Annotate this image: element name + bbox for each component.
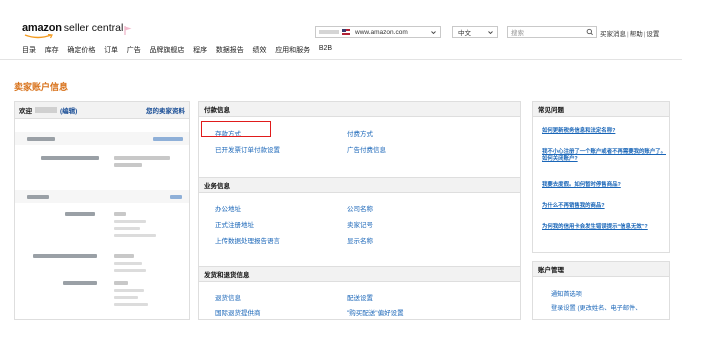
edit-link[interactable]: (编辑) [60,105,77,115]
nav-performance[interactable]: 绩效 [253,45,267,55]
language-select[interactable]: 中文 [452,26,498,38]
redacted-text [114,269,146,272]
redacted-link[interactable] [170,195,182,199]
account-management-header: 账户管理 [533,262,669,277]
faq-question[interactable]: 我要去度假。如何暂时停售商品? [542,182,666,189]
search-input[interactable]: 搜索 [507,26,597,38]
redacted-text [27,195,49,199]
nav-b2b[interactable]: B2B [319,45,332,55]
nav-advertising[interactable]: 广告 [127,45,141,55]
chevron-down-icon [488,31,493,35]
account-panel-header: 欢迎 (编辑) 您的卖家资料 [15,102,189,119]
faq-question[interactable]: 为什么不再销售我的商品? [542,203,666,210]
buyer-messages-link[interactable]: 买家消息 [600,31,626,38]
ad-payment-info-link[interactable]: 广告付费信息 [347,144,386,154]
highlight-box [201,121,271,137]
display-name-link[interactable]: 显示名称 [347,235,373,245]
redacted-text [114,254,134,258]
main-nav: 目录 库存 确定价格 订单 广告 品牌旗舰店 程序 数据报告 绩效 应用和服务 … [22,45,341,55]
seller-profile-link[interactable]: 您的卖家资料 [146,105,185,115]
redacted-text [114,234,156,237]
nav-stores[interactable]: 品牌旗舰店 [149,45,184,55]
nav-pricing[interactable]: 确定价格 [67,45,95,55]
nav-programs[interactable]: 程序 [193,45,207,55]
redacted-text [114,212,126,216]
redacted-text [65,212,95,216]
redacted-text [114,262,142,265]
payment-info-header: 付款信息 [199,102,520,117]
nav-divider [0,59,682,60]
registered-address-link[interactable]: 正式注册地址 [215,219,254,229]
amazon-smile-icon [24,34,53,39]
intl-returns-provider-link[interactable]: 国际退货提供商 [215,307,261,317]
redacted-text [63,281,97,285]
return-info-link[interactable]: 退货信息 [215,292,241,302]
faq-panel: 常见问题 如何更新税务信息和法定名称? 我不小心注册了一个账户或者不再需要我的账… [532,101,670,253]
faq-question[interactable]: 如何更新税务信息和法定名称? [542,128,666,135]
account-management-panel: 账户管理 通知首选项 登录设置 (更改姓名、电子邮件、 [532,261,670,320]
redacted-text [114,156,170,160]
redacted-text [114,303,148,306]
login-settings-link[interactable]: 登录设置 (更改姓名、电子邮件、 [551,303,641,312]
shipping-settings-link[interactable]: 配送设置 [347,292,373,302]
redacted-text [41,156,99,160]
business-info-header: 业务信息 [199,177,520,193]
upload-language-link[interactable]: 上传数据处理报告语言 [215,235,280,245]
us-flag-icon [342,29,350,35]
logo-brand: amazon [22,22,62,34]
nav-reports[interactable]: 数据报告 [216,45,244,55]
redacted-text [33,254,97,258]
search-placeholder: 搜索 [511,30,524,37]
redacted-text [114,281,128,285]
language-value: 中文 [458,30,471,37]
redacted-text [114,227,140,230]
faq-question[interactable]: 为何我的信用卡会发生错误提示“信息无效”? [542,224,666,231]
faq-header: 常见问题 [533,101,669,117]
marketplace-select[interactable]: www.amazon.com [315,26,441,38]
company-name-link[interactable]: 公司名称 [347,203,373,213]
logo-sub: seller central [63,22,124,34]
welcome-label: 欢迎 [19,108,32,115]
nav-apps[interactable]: 应用和服务 [275,45,310,55]
invoiced-order-payment-link[interactable]: 已开发票订单付款设置 [215,144,280,154]
settings-link[interactable]: 设置 [646,31,659,38]
office-address-link[interactable]: 办公地址 [215,203,241,213]
faq-question[interactable]: 我不小心注册了一个账户或者不再需要我的账户了。如何关闭账户? [542,149,666,163]
charge-method-link[interactable]: 付费方式 [347,128,373,138]
redacted-text [114,220,146,223]
flag-icon[interactable] [123,25,133,35]
page-title: 卖家账户信息 [14,82,69,92]
account-info-panel: 欢迎 (编辑) 您的卖家资料 [14,101,190,320]
nav-inventory[interactable]: 库存 [45,45,59,55]
marketplace-url: www.amazon.com [355,28,408,36]
shipping-returns-header: 发货和退货信息 [199,266,520,282]
store-name-redacted [319,30,339,34]
top-links: 买家消息|帮助|设置 [600,31,660,38]
buy-shipping-preferences-link[interactable]: "购买配送"偏好设置 [347,307,404,317]
nav-catalog[interactable]: 目录 [22,45,36,55]
redacted-text [27,137,55,141]
redacted-text [114,296,138,299]
redacted-text [114,289,144,292]
redacted-link[interactable] [153,137,183,141]
help-link[interactable]: 帮助 [630,31,643,38]
notification-preferences-link[interactable]: 通知首选项 [551,289,582,298]
search-icon[interactable] [585,28,595,36]
merchant-token-link[interactable]: 卖家记号 [347,219,373,229]
redacted-text [114,163,142,167]
chevron-down-icon [431,31,436,35]
seller-name-redacted [35,107,57,113]
nav-orders[interactable]: 订单 [104,45,118,55]
